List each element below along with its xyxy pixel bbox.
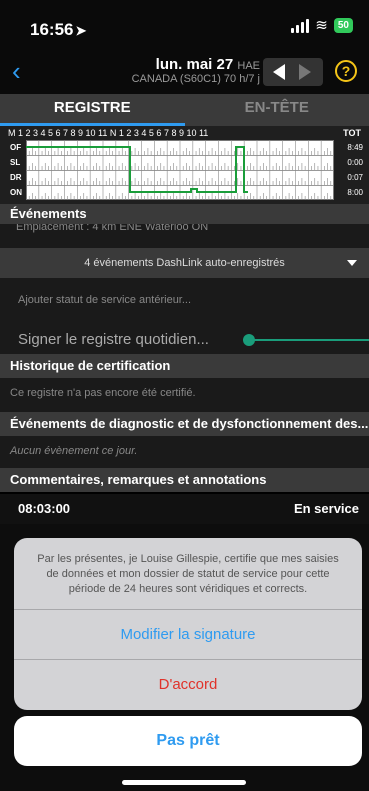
modify-signature-button[interactable]: Modifier la signature [14,610,362,660]
log-graph: M 1 2 3 4 5 6 7 8 9 10 11 N 1 2 3 4 5 6 … [0,126,369,204]
row-total-sl: 0:00 [347,158,363,167]
location-arrow-icon: ➤ [75,23,87,38]
row-total-dr: 0:07 [347,173,363,182]
add-status-row[interactable]: Ajouter statut de service antérieur... [0,278,369,322]
events-header: Événements [0,204,369,226]
graph-hour-labels: M 1 2 3 4 5 6 7 8 9 10 11 N 1 2 3 4 5 6 … [8,128,209,138]
cellular-signal-icon [291,18,310,33]
comment-time: 08:03:00 [18,501,71,516]
log-date: lun. mai 27 HAE [155,56,260,73]
certification-message: Par les présentes, je Louise Gillespie, … [14,538,362,610]
spacer [0,234,369,248]
comment-status: En service [293,501,359,516]
dashlink-events-dropdown[interactable]: 4 événements DashLink auto-enregistrés [0,248,369,278]
tab-en-tete[interactable]: EN-TÊTE [185,94,369,126]
wifi-icon: ≋ [315,16,328,34]
previous-day-icon[interactable] [273,64,285,80]
nav-header: ‹ lun. mai 27 HAE CANADA (S60C1) 70 h/7 … [0,50,369,94]
certification-header: Historique de certification [0,354,369,378]
duty-status-line [26,140,334,200]
status-bar: 16:56 ➤ ≋ 50 [0,0,369,50]
comments-header: Commentaires, remarques et annotations [0,468,369,492]
tab-registre[interactable]: REGISTRE [0,94,185,126]
agree-button[interactable]: D'accord [14,660,362,710]
location-line: Emplacement : 4 km ENE Waterloo ON [0,224,369,234]
back-chevron-icon[interactable]: ‹ [12,56,21,86]
diagnostic-text: Aucun évènement ce jour. [0,436,369,468]
ruleset-subtitle: CANADA (S60C1) 70 h/7 j [131,73,260,85]
row-label-on: ON [10,188,22,197]
diagnostic-header: Événements de diagnostic et de dysfoncti… [0,412,369,436]
date-block: lun. mai 27 HAE CANADA (S60C1) 70 h/7 j [100,56,260,85]
sign-log-label: Signer le registre quotidien... [18,331,209,348]
certify-action-sheet: Par les présentes, je Louise Gillespie, … [14,538,362,710]
certification-text: Ce registre n'a pas encore été certifié. [0,378,369,412]
home-indicator [122,780,246,785]
not-ready-button[interactable]: Pas prêt [14,716,362,766]
dashlink-label: 4 événements DashLink auto-enregistrés [84,257,285,269]
sign-log-slider[interactable]: Signer le registre quotidien... [0,322,369,358]
battery-icon: 50 [333,18,353,33]
comment-row[interactable]: 08:03:00 En service [0,494,369,524]
caret-down-icon [347,260,357,266]
row-total-of: 8:49 [347,143,363,152]
timezone: HAE [237,60,260,72]
status-time: 16:56 ➤ [30,20,87,39]
next-day-icon[interactable] [299,64,311,80]
row-label-sl: SL [10,158,21,167]
status-indicators: ≋ 50 [291,18,353,33]
row-total-on: 8:00 [347,188,363,197]
row-label-dr: DR [10,173,22,182]
slider-track [248,339,369,341]
row-label-of: OF [10,143,22,152]
help-icon[interactable]: ? [335,60,357,82]
day-navigator [263,58,323,86]
graph-total-header: TOT [343,128,361,138]
tab-bar: REGISTRE EN-TÊTE [0,94,369,126]
slider-knob[interactable] [243,334,255,346]
